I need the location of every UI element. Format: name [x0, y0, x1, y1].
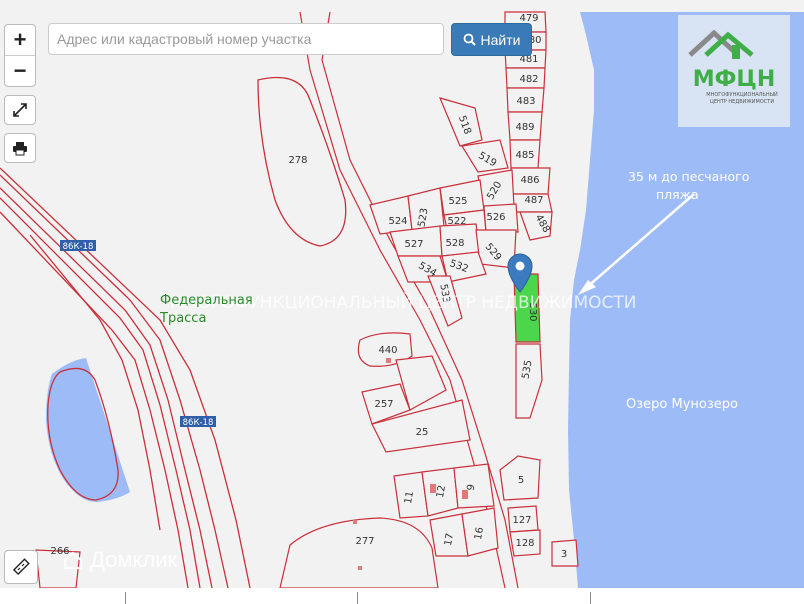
brand-watermark: Домклик — [62, 547, 177, 573]
parcel-label: 528 — [445, 238, 464, 249]
ruler-icon — [12, 558, 30, 576]
lake-label: Озеро Мунозеро — [626, 397, 738, 412]
search-input[interactable] — [48, 23, 444, 55]
parcel-label: 277 — [355, 536, 374, 547]
parcel-label: 486 — [520, 175, 539, 186]
logo-subtitle: МНОГОФУНКЦИОНАЛЬНЫЙ — [706, 91, 778, 98]
parcel-label: 5 — [518, 475, 524, 486]
parcel-label: 526 — [486, 212, 505, 223]
beach-label: 35 м до песчаного — [628, 169, 749, 184]
parcel-label: 16 — [473, 526, 486, 540]
parcel-label: 257 — [374, 399, 393, 410]
parcel-label: 12 — [435, 484, 448, 498]
parcel-label: 440 — [378, 345, 397, 356]
parcel-label: 128 — [515, 538, 534, 549]
highway-label: Трасса — [159, 311, 206, 326]
zoom-control: + − — [4, 24, 36, 87]
zoom-in-button[interactable]: + — [5, 25, 35, 55]
logo-subtitle: ЦЕНТР НЕДВИЖИМОСТИ — [710, 99, 774, 105]
parcel-label: 527 — [404, 239, 423, 250]
search-icon — [463, 33, 476, 46]
printer-icon — [13, 142, 27, 156]
measure-button[interactable] — [4, 550, 38, 584]
road-badge: 86К-18 — [183, 418, 214, 428]
search-button[interactable]: Найти — [451, 23, 532, 56]
parcel-label: 482 — [519, 74, 538, 85]
parcel-label: 483 — [516, 96, 535, 107]
parcel-label: 127 — [512, 515, 531, 526]
parcel-label: 25 — [416, 427, 429, 438]
bottom-bar — [0, 588, 804, 604]
logo-title: МФЦН — [693, 67, 776, 92]
parcel-label: 525 — [448, 196, 467, 207]
parcel-label: 524 — [388, 216, 407, 227]
parcel-label: 17 — [443, 532, 456, 546]
expand-icon — [13, 103, 27, 117]
road-badge: 86К-18 — [63, 242, 94, 252]
fullscreen-button[interactable] — [4, 95, 36, 125]
highway-label: Федеральная — [160, 293, 253, 308]
zoom-out-button[interactable]: − — [5, 55, 35, 86]
parcel-label: 489 — [515, 122, 534, 133]
parcel-label: 11 — [403, 490, 416, 504]
beach-label: пляжа — [656, 187, 699, 202]
print-button[interactable] — [4, 133, 36, 163]
parcel-label: 3 — [561, 549, 567, 560]
parcel-label: 485 — [515, 150, 534, 161]
parcel-label: 522 — [447, 216, 466, 227]
search-button-label: Найти — [480, 31, 521, 48]
mfcn-logo: МФЦН МНОГОФУНКЦИОНАЛЬНЫЙ ЦЕНТР НЕДВИЖИМО… — [678, 15, 790, 127]
parcel-label: 487 — [524, 195, 543, 206]
house-icon — [63, 551, 83, 570]
parcel-label: 278 — [288, 155, 307, 166]
